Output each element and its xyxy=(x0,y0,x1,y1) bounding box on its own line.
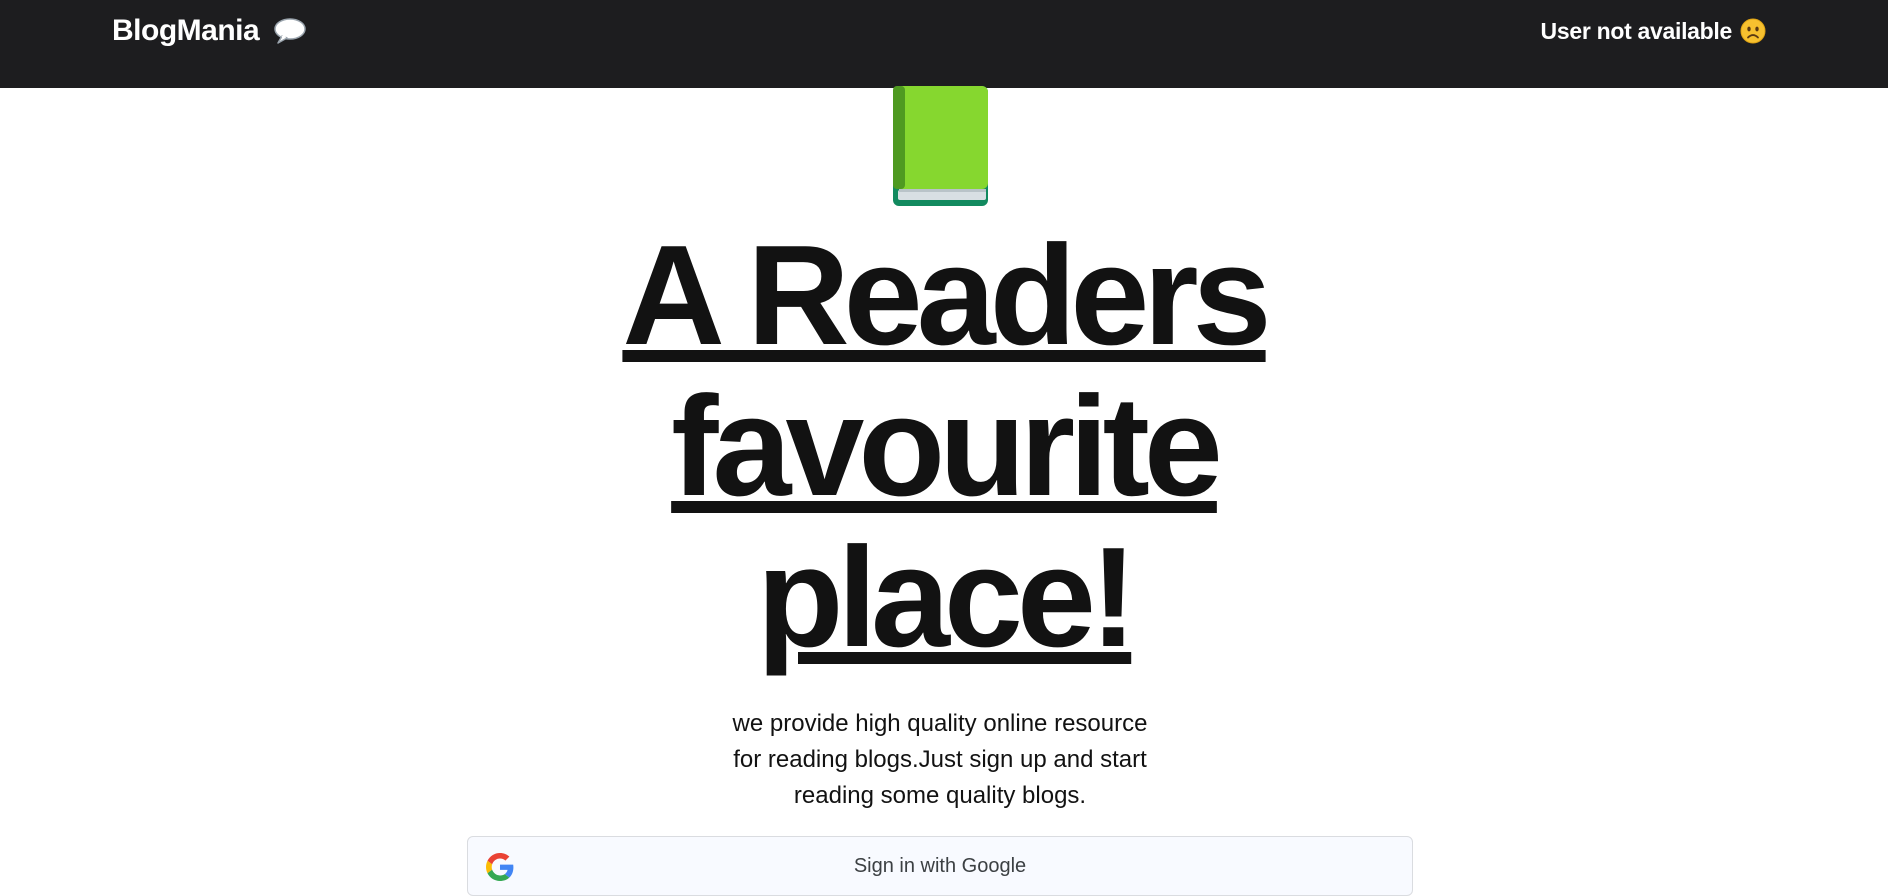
hero-title-line: favourite xyxy=(671,367,1223,526)
hero-subtitle: we provide high quality online resource … xyxy=(690,706,1190,814)
hero-title-line: A Readers xyxy=(622,216,1271,375)
green-book-icon xyxy=(893,86,988,206)
top-navbar: BlogMania User not available xyxy=(0,0,1888,88)
frowning-face-icon xyxy=(1740,18,1766,44)
brand-logo-link[interactable]: BlogMania xyxy=(112,12,307,50)
user-status-text: User not available xyxy=(1540,17,1733,44)
speech-balloon-icon xyxy=(273,17,307,45)
hero-subtitle-line: reading some quality blogs. xyxy=(793,782,1087,809)
google-sign-in-button[interactable]: Sign in with Google xyxy=(467,836,1413,896)
hero-title: A Readers favourite place! xyxy=(444,220,1444,673)
user-status: User not available xyxy=(1541,14,1766,48)
hero-subtitle-line: for reading blogs.Just sign up and start xyxy=(733,746,1147,773)
brand-name: BlogMania xyxy=(112,14,260,47)
google-sign-in-label: Sign in with Google xyxy=(853,855,1027,877)
hero-subtitle-line: we provide high quality online resource xyxy=(732,710,1148,737)
hero-title-line: place! xyxy=(756,518,1137,677)
